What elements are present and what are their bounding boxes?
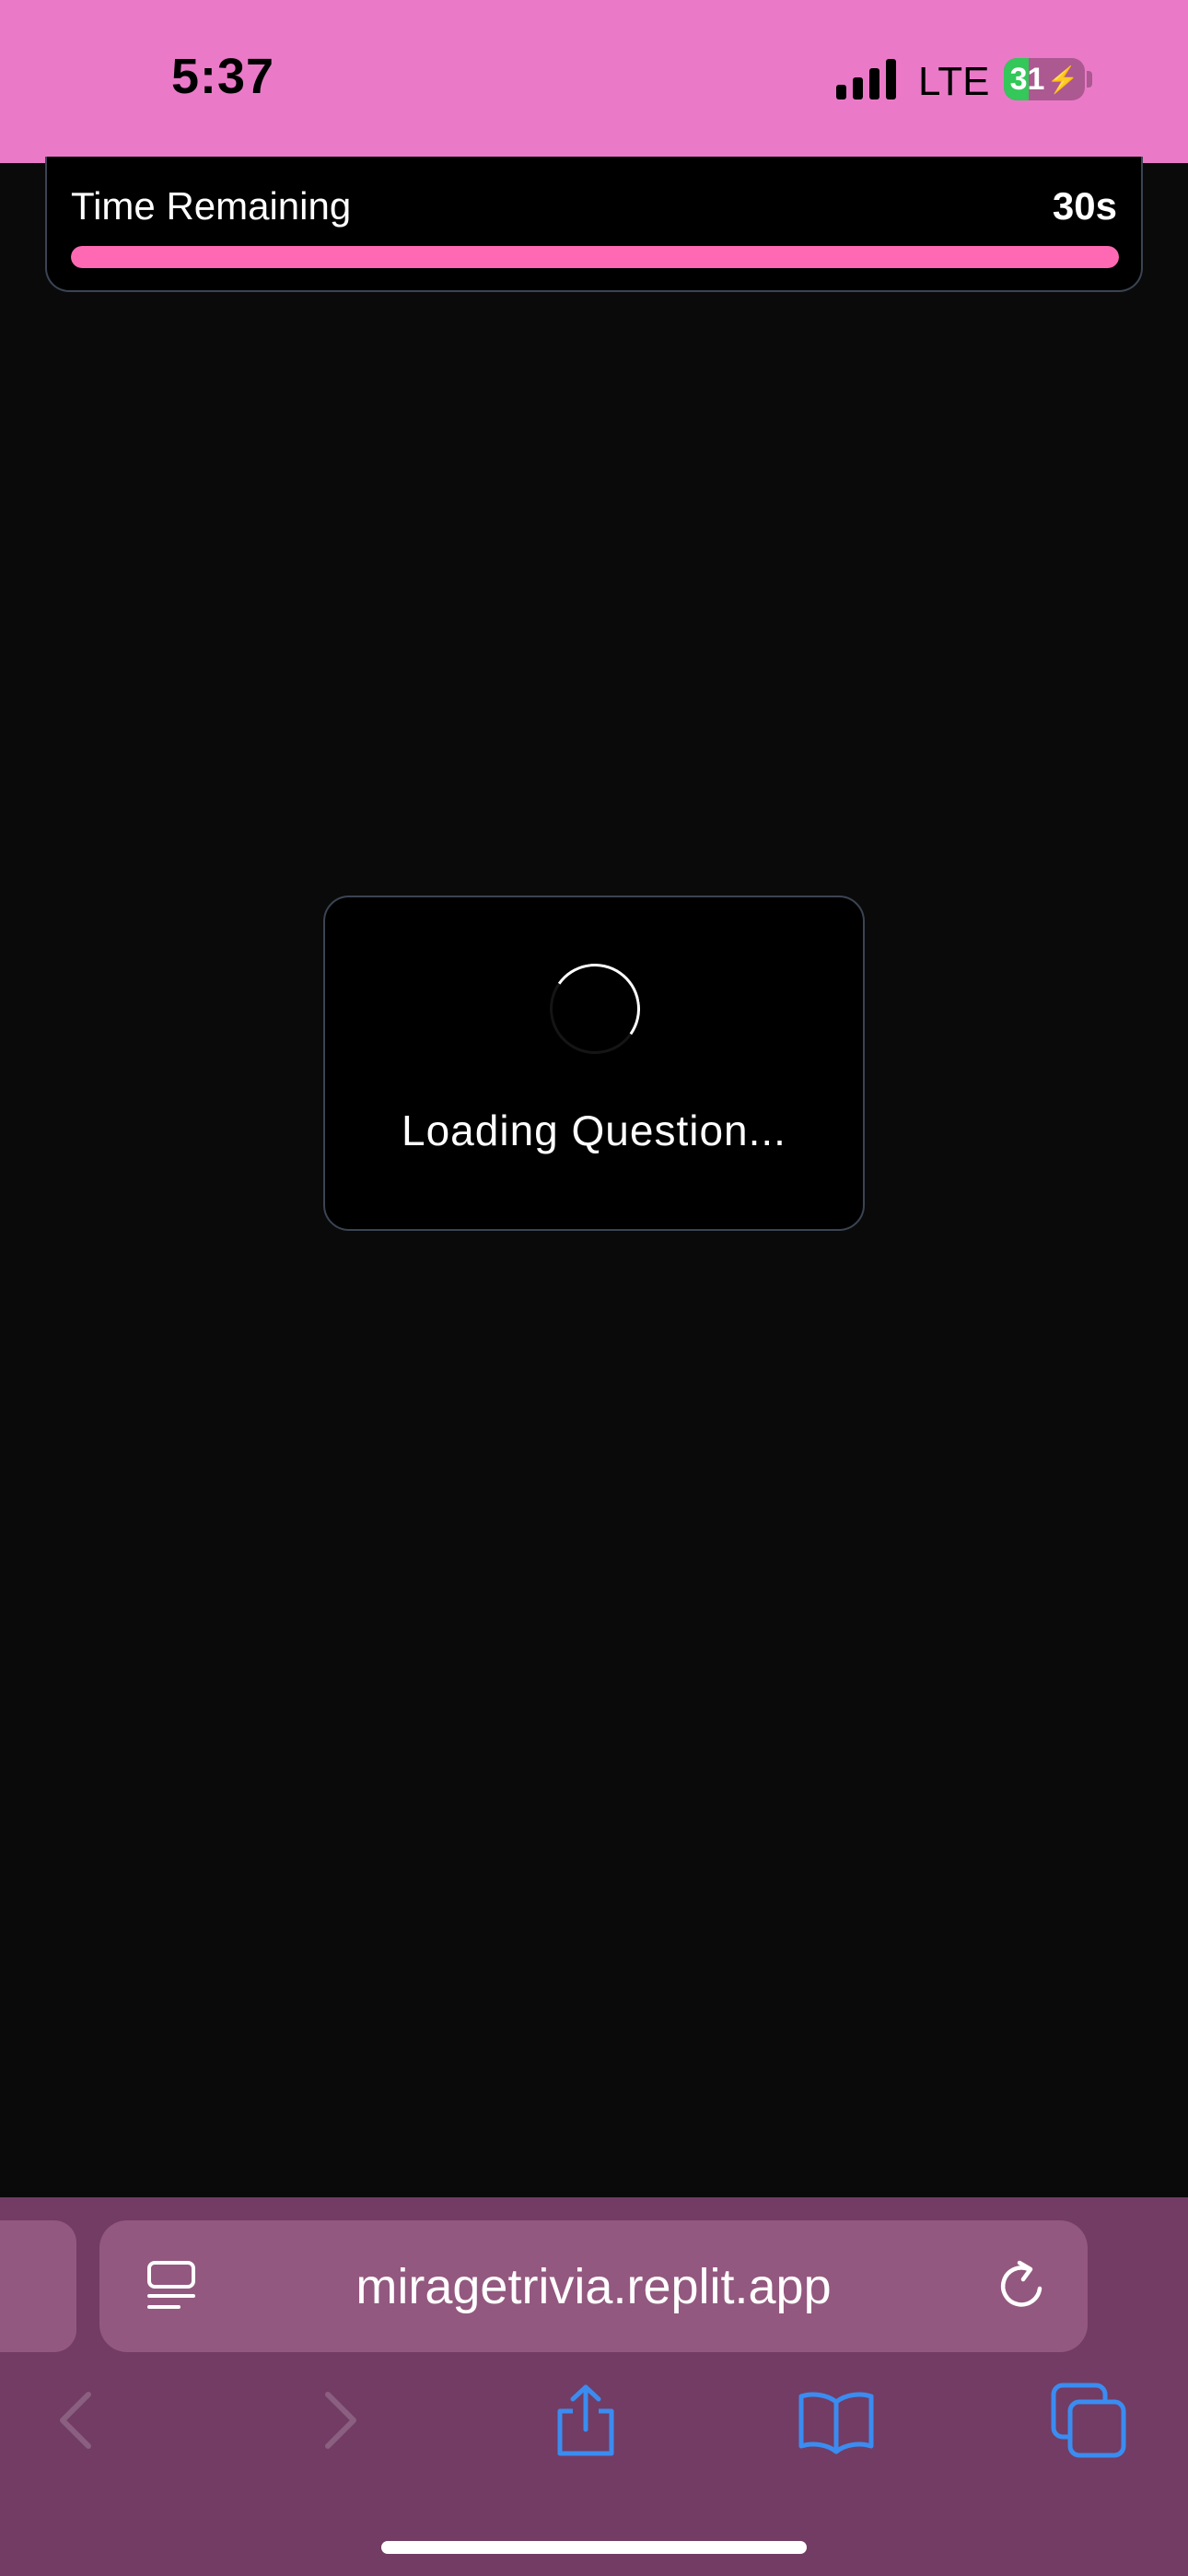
share-icon[interactable]: [547, 2382, 624, 2459]
battery-percent: 31 ⚡: [1009, 61, 1079, 97]
back-icon[interactable]: [41, 2382, 118, 2459]
status-time: 5:37: [171, 49, 275, 104]
status-bar: 5:37 LTE 31 ⚡: [0, 0, 1188, 163]
address-bar[interactable]: miragetrivia.replit.app: [99, 2220, 1088, 2352]
reload-icon[interactable]: [994, 2257, 1051, 2314]
loading-spinner-icon: [542, 956, 647, 1061]
timer-progress-bar: [71, 246, 1119, 268]
timer-progress-fill: [71, 246, 1119, 268]
battery-nub: [1087, 71, 1092, 88]
url-text[interactable]: miragetrivia.replit.app: [99, 2220, 1088, 2352]
bookmarks-icon[interactable]: [798, 2382, 875, 2459]
previous-tab-preview[interactable]: [0, 2220, 76, 2352]
timer-label: Time Remaining: [71, 184, 352, 228]
timer-card: Time Remaining 30s: [45, 157, 1143, 292]
home-indicator[interactable]: [381, 2541, 807, 2554]
loading-text: Loading Question...: [402, 1107, 786, 1154]
battery-icon: 31 ⚡: [1004, 58, 1085, 100]
cellular-signal-icon: [836, 59, 896, 100]
network-type-label: LTE: [918, 59, 990, 104]
timer-value: 30s: [1052, 184, 1117, 228]
loading-card: Loading Question...: [323, 896, 865, 1231]
tabs-icon[interactable]: [1050, 2382, 1127, 2459]
forward-icon[interactable]: [298, 2382, 376, 2459]
